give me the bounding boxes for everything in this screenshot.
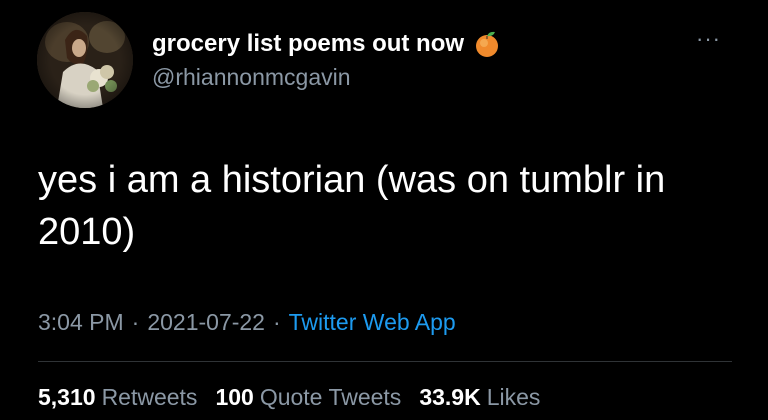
tweet-card: grocery list poems out now @rhiannonmcga… bbox=[0, 0, 768, 420]
likes-stat[interactable]: 33.9K Likes bbox=[419, 384, 540, 411]
more-options-icon[interactable]: ··· bbox=[696, 28, 721, 50]
quote-tweets-label: Quote Tweets bbox=[259, 384, 402, 410]
quote-tweets-count: 100 bbox=[215, 384, 254, 410]
retweets-count: 5,310 bbox=[38, 384, 96, 410]
avatar-photo bbox=[37, 12, 133, 108]
author-handle[interactable]: @rhiannonmcgavin bbox=[152, 64, 351, 91]
tweet-source-link[interactable]: Twitter Web App bbox=[289, 309, 456, 335]
meta-separator: · bbox=[131, 309, 140, 335]
likes-label: Likes bbox=[486, 384, 541, 410]
tweet-text: yes i am a historian (was on tumblr in 2… bbox=[38, 159, 666, 253]
tweet-stats: 5,310 Retweets 100 Quote Tweets 33.9K Likes bbox=[38, 384, 540, 411]
author-name-row: grocery list poems out now bbox=[152, 30, 500, 58]
tweet-date[interactable]: 2021-07-22 bbox=[147, 309, 265, 335]
likes-count: 33.9K bbox=[419, 384, 481, 410]
quote-tweets-stat[interactable]: 100 Quote Tweets bbox=[215, 384, 401, 411]
tweet-meta: 3:04 PM · 2021-07-22 · Twitter Web App bbox=[38, 309, 456, 336]
tweet-time[interactable]: 3:04 PM bbox=[38, 309, 124, 335]
meta-separator: · bbox=[272, 309, 281, 335]
divider bbox=[38, 361, 732, 362]
author-display-name[interactable]: grocery list poems out now bbox=[152, 30, 464, 58]
avatar[interactable] bbox=[37, 12, 133, 108]
retweets-label: Retweets bbox=[101, 384, 198, 410]
retweets-stat[interactable]: 5,310 Retweets bbox=[38, 384, 197, 411]
peach-emoji-icon bbox=[474, 30, 500, 58]
